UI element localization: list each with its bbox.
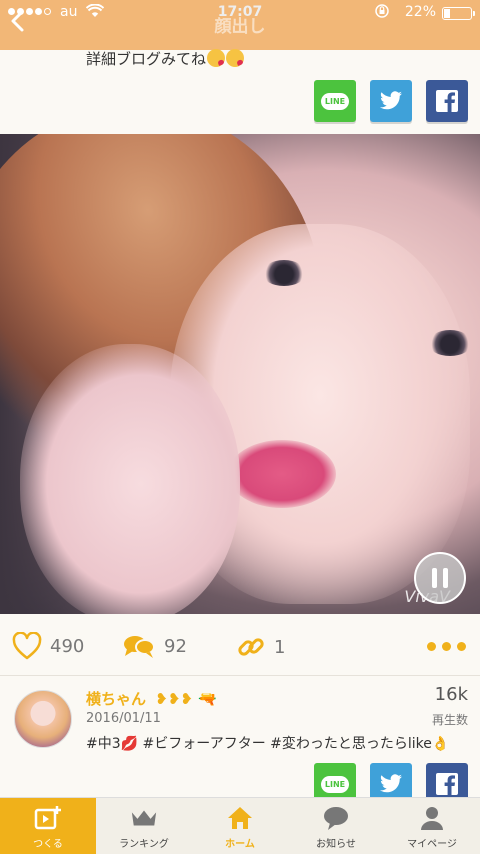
- view-count-label: 再生数: [431, 713, 468, 727]
- hand: [20, 344, 240, 614]
- post-author[interactable]: 横ちゃん ❥❥❥ 🔫: [86, 688, 217, 709]
- comment-bubbles-icon: [124, 636, 155, 658]
- tab-label: つくる: [33, 839, 63, 850]
- tab-label: ホーム: [225, 839, 255, 850]
- comment-button[interactable]: 92: [122, 632, 187, 660]
- facebook-f-icon: [436, 773, 458, 795]
- share-row-top: LINE: [314, 80, 468, 122]
- comment-count: 92: [164, 635, 187, 657]
- twitter-bird-icon: [380, 774, 402, 793]
- pistol-emoji-icon: 🔫: [198, 690, 217, 708]
- previous-post-text: 詳細ブログみてね: [86, 48, 245, 69]
- facebook-f-icon: [436, 90, 458, 112]
- line-share-button[interactable]: LINE: [314, 80, 356, 122]
- tab-ranking[interactable]: ランキング: [96, 798, 192, 854]
- crown-icon: [130, 804, 158, 832]
- tab-bar: つくる ランキング ホーム お知らせ マイページ: [0, 797, 480, 854]
- like-button[interactable]: 490: [12, 632, 84, 660]
- tab-home[interactable]: ホーム: [192, 798, 288, 854]
- tab-label: お知らせ: [316, 839, 356, 850]
- view-count: 16k: [434, 684, 468, 705]
- speech-bubble-icon: [322, 804, 350, 832]
- tab-create[interactable]: つくる: [0, 798, 96, 854]
- page-title: 顔出し: [214, 17, 266, 37]
- lips: [228, 440, 336, 508]
- tab-notifications[interactable]: お知らせ: [288, 798, 384, 854]
- kiss-emoji-icon: [226, 49, 245, 67]
- previous-post-caption: 詳細ブログみてね: [86, 50, 207, 68]
- pause-button[interactable]: [414, 552, 466, 604]
- avatar[interactable]: [14, 690, 72, 748]
- heart-icon: [12, 632, 42, 660]
- more-options-button[interactable]: [427, 642, 466, 651]
- like-count: 490: [50, 635, 85, 657]
- post-date: 2016/01/11: [86, 711, 161, 726]
- action-bar: 490 92 1: [0, 614, 480, 676]
- tab-mypage[interactable]: マイページ: [384, 798, 480, 854]
- share-count: 1: [274, 636, 286, 658]
- nav-bar: au 17:07 22% 顔出し: [0, 0, 480, 50]
- kiss-emoji-icon: [207, 49, 226, 67]
- facebook-share-button[interactable]: [426, 80, 468, 122]
- twitter-share-button[interactable]: [370, 80, 412, 122]
- video-player[interactable]: VivaV: [0, 134, 480, 614]
- post-tags[interactable]: #中3💋 #ビフォーアフター #変わったと思ったらlike👌: [86, 733, 449, 753]
- person-icon: [418, 804, 446, 832]
- username-label: 横ちゃん: [86, 690, 147, 708]
- tab-label: マイページ: [407, 839, 457, 850]
- home-icon: [226, 804, 254, 832]
- create-video-icon: [34, 804, 62, 832]
- tab-label: ランキング: [119, 839, 169, 850]
- link-icon: [238, 638, 264, 656]
- link-button[interactable]: 1: [236, 632, 285, 662]
- twitter-bird-icon: [380, 91, 402, 110]
- hearts-emoji-icon: ❥❥❥: [155, 690, 193, 708]
